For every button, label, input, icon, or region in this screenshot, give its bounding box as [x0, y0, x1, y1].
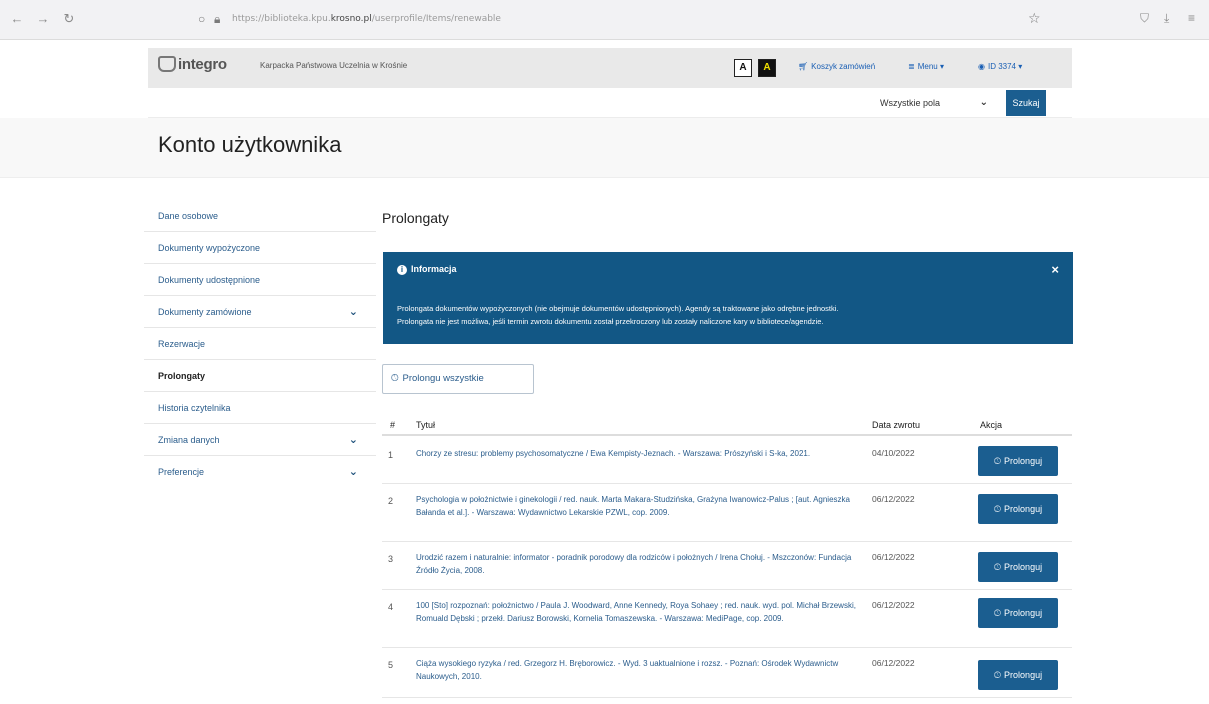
col-action: Akcja — [980, 420, 1003, 430]
user-dropdown[interactable]: ◉ ID 3374 ▾ — [978, 62, 1022, 71]
item-title-link[interactable]: Urodzić razem i naturalnie: informator -… — [416, 552, 856, 577]
university-name: Karpacka Państwowa Uczelnia w Krośnie — [260, 61, 408, 70]
download-icon[interactable]: ⤓ — [1164, 11, 1169, 26]
table-row: 2 Psychologia w położnictwie i ginekolog… — [382, 484, 1072, 542]
reload-icon[interactable]: ↻ — [62, 12, 76, 26]
books-icon — [158, 56, 176, 72]
due-date: 06/12/2022 — [872, 658, 915, 668]
due-date: 04/10/2022 — [872, 448, 915, 458]
due-date: 06/12/2022 — [872, 552, 915, 562]
renew-all-button[interactable]: 🕓︎ Prolongu wszystkie — [382, 364, 534, 394]
forward-icon[interactable]: → — [36, 12, 50, 26]
menu-dropdown[interactable]: ≣ Menu ▾ — [908, 62, 944, 71]
shield-icon: ○ — [198, 12, 206, 26]
clock-icon: 🕓︎ — [993, 608, 1002, 618]
page-title: Konto użytkownika — [158, 132, 342, 157]
renew-button[interactable]: 🕓︎ Prolonguj — [978, 446, 1058, 476]
bookmark-star-icon[interactable]: ☆ — [1028, 10, 1041, 27]
search-input[interactable] — [152, 90, 870, 116]
contrast-high-button[interactable]: A — [758, 59, 776, 77]
table-row: 1 Chorzy ze stresu: problemy psychosomat… — [382, 438, 1072, 484]
item-title-link[interactable]: Psychologia w położnictwie i ginekologii… — [416, 494, 856, 519]
chevron-down-icon: ⌄ — [348, 466, 358, 478]
account-sidebar: Dane osobowe Dokumenty wypożyczone Dokum… — [144, 200, 376, 488]
row-number: 3 — [388, 554, 394, 564]
cart-icon: 🛒︎ — [798, 62, 809, 71]
integro-logo[interactable]: integro — [158, 56, 227, 73]
table-header: # Tytuł Data zwrotu Akcja — [382, 412, 1072, 436]
sidebar-item-change-data[interactable]: Zmiana danych ⌄ — [144, 424, 376, 456]
sidebar-item-borrowed[interactable]: Dokumenty wypożyczone — [144, 232, 376, 264]
menu-icon[interactable]: ≡ — [1188, 11, 1195, 25]
clock-icon: 🕓︎ — [391, 373, 399, 384]
col-due-date: Data zwrotu — [872, 420, 921, 430]
sidebar-item-history[interactable]: Historia czytelnika — [144, 392, 376, 424]
renew-button[interactable]: 🕓︎ Prolonguj — [978, 494, 1058, 524]
row-number: 4 — [388, 602, 394, 612]
clock-icon: 🕓︎ — [993, 504, 1002, 514]
row-number: 2 — [388, 496, 394, 506]
info-icon: i — [397, 265, 407, 275]
lock-icon: 🔒︎ — [214, 12, 221, 26]
user-icon: ◉ — [978, 62, 985, 71]
url-text: https://biblioteka.kpu.krosno.pl/userpro… — [232, 14, 501, 24]
renew-button[interactable]: 🕓︎ Prolonguj — [978, 598, 1058, 628]
chevron-down-icon: ⌄ — [979, 97, 988, 108]
pocket-icon[interactable]: ⛉ — [1140, 11, 1149, 26]
due-date: 06/12/2022 — [872, 494, 915, 504]
renew-button[interactable]: 🕓︎ Prolonguj — [978, 660, 1058, 690]
renew-button[interactable]: 🕓︎ Prolonguj — [978, 552, 1058, 582]
search-field-select[interactable]: Wszystkie pola ⌄ — [878, 92, 996, 114]
contrast-normal-button[interactable]: A — [734, 59, 752, 77]
clock-icon: 🕓︎ — [993, 670, 1002, 680]
chevron-down-icon: ⌄ — [348, 434, 358, 446]
back-icon[interactable]: ← — [10, 12, 24, 26]
browser-toolbar: ← → ↻ ○ 🔒︎ https://biblioteka.kpu.krosno… — [0, 0, 1209, 40]
page-header: Konto użytkownika — [0, 118, 1209, 178]
search-button[interactable]: Szukaj — [1006, 90, 1046, 116]
chevron-down-icon: ⌄ — [348, 306, 358, 318]
clock-icon: 🕓︎ — [993, 456, 1002, 466]
info-heading: i Informacja — [397, 264, 457, 275]
search-bar: Wszystkie pola ⌄ Szukaj — [148, 88, 1072, 118]
info-alert: i Informacja × Prolongata dokumentów wypo… — [383, 252, 1073, 344]
section-title: Prolongaty — [382, 210, 449, 226]
item-title-link[interactable]: Chorzy ze stresu: problemy psychosomatyc… — [416, 448, 856, 461]
hamburger-icon: ≣ — [908, 62, 915, 71]
clock-icon: 🕓︎ — [993, 562, 1002, 572]
sidebar-item-reservations[interactable]: Rezerwacje — [144, 328, 376, 360]
sidebar-item-shared[interactable]: Dokumenty udostępnione — [144, 264, 376, 296]
sidebar-item-preferences[interactable]: Preferencje ⌄ — [144, 456, 376, 488]
item-title-link[interactable]: 100 [Sto] rozpoznań: położnictwo / Paula… — [416, 600, 856, 625]
site-header: integro Karpacka Państwowa Uczelnia w Kr… — [148, 48, 1072, 88]
row-number: 5 — [388, 660, 394, 670]
close-icon[interactable]: × — [1051, 262, 1059, 277]
info-text: Prolongata dokumentów wypożyczonych (nie… — [397, 304, 839, 326]
table-row: 4 100 [Sto] rozpoznań: położnictwo / Pau… — [382, 590, 1072, 648]
table-row: 5 Ciąża wysokiego ryzyka / red. Grzegorz… — [382, 648, 1072, 698]
sidebar-item-personal-data[interactable]: Dane osobowe — [144, 200, 376, 232]
table-row: 3 Urodzić razem i naturalnie: informator… — [382, 542, 1072, 590]
sidebar-item-ordered[interactable]: Dokumenty zamówione ⌄ — [144, 296, 376, 328]
address-bar[interactable]: ○ 🔒︎ https://biblioteka.kpu.krosno.pl/us… — [180, 8, 1060, 32]
cart-link[interactable]: 🛒︎ Koszyk zamówień — [798, 62, 875, 71]
item-title-link[interactable]: Ciąża wysokiego ryzyka / red. Grzegorz H… — [416, 658, 856, 683]
due-date: 06/12/2022 — [872, 600, 915, 610]
col-number: # — [390, 420, 396, 430]
sidebar-item-renewals[interactable]: Prolongaty — [144, 360, 376, 392]
col-title: Tytuł — [416, 420, 436, 430]
row-number: 1 — [388, 450, 394, 460]
